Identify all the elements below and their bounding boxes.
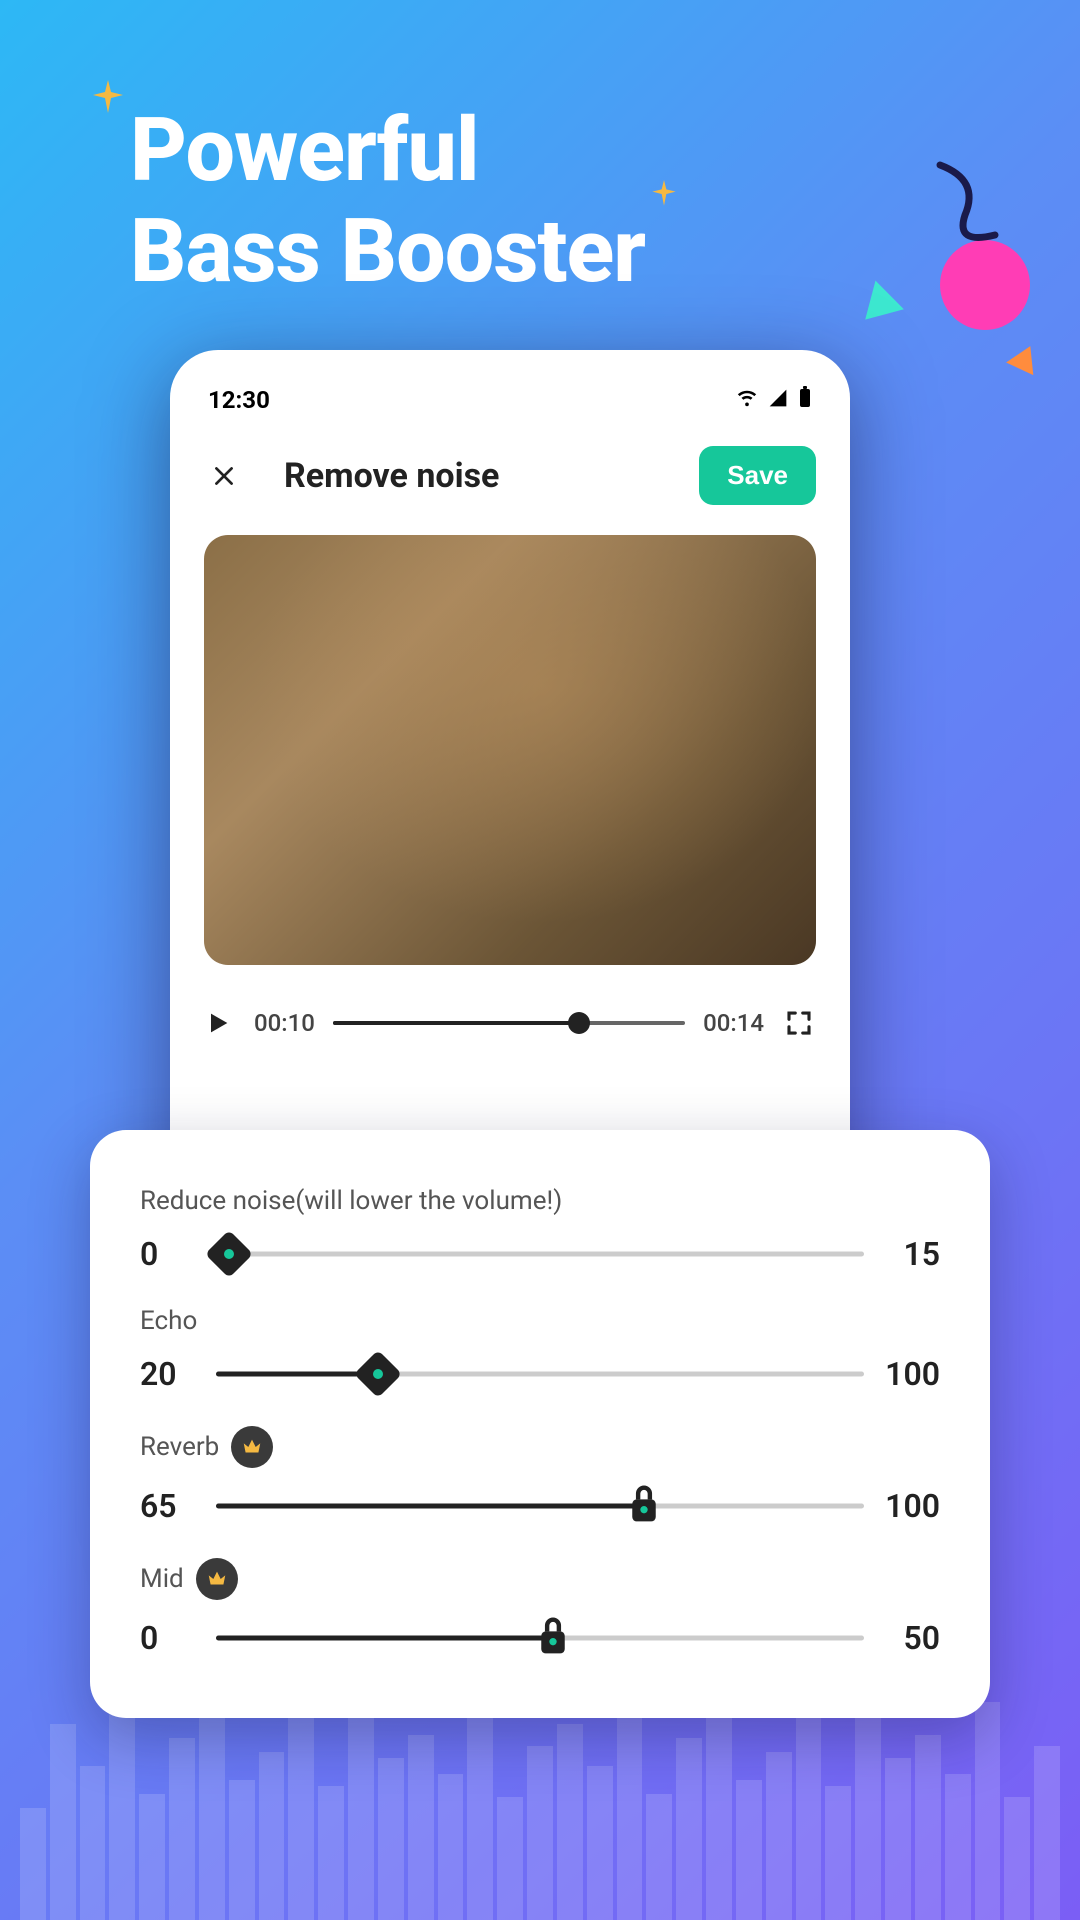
signal-icon (768, 386, 788, 414)
slider-max: 50 (884, 1619, 940, 1657)
total-time: 00:14 (703, 1009, 764, 1037)
control-reverb: Reverb 65 100 (140, 1426, 940, 1526)
player-bar: 00:10 00:14 (194, 965, 826, 1041)
premium-badge-icon (231, 1426, 273, 1468)
status-bar: 12:30 (194, 386, 826, 446)
decorative-squiggle (910, 150, 1030, 270)
sparkle-icon (90, 80, 126, 116)
seek-fill (333, 1021, 580, 1025)
play-button[interactable] (204, 1007, 236, 1039)
control-label: Echo (140, 1306, 940, 1336)
seek-thumb[interactable] (568, 1012, 590, 1034)
control-label: Reverb (140, 1426, 940, 1468)
fullscreen-button[interactable] (782, 1006, 816, 1040)
video-preview[interactable] (204, 535, 816, 965)
decorative-triangle (1006, 340, 1044, 375)
mid-slider[interactable] (216, 1618, 864, 1658)
control-echo: Echo 20 100 (140, 1306, 940, 1394)
seek-bar[interactable] (333, 1005, 685, 1041)
headline-line1: Powerful (130, 100, 645, 201)
locked-thumb-icon (535, 1614, 571, 1658)
current-time: 00:10 (254, 1009, 315, 1037)
control-reduce-noise: Reduce noise(will lower the volume!) 0 1… (140, 1186, 940, 1274)
status-time: 12:30 (208, 386, 270, 414)
control-label-text: Reverb (140, 1432, 219, 1462)
sparkle-icon (650, 180, 678, 208)
echo-slider[interactable] (216, 1354, 864, 1394)
page-title: Remove noise (284, 456, 699, 496)
controls-panel: Reduce noise(will lower the volume!) 0 1… (90, 1130, 990, 1718)
slider-thumb[interactable] (205, 1230, 253, 1278)
reduce-noise-slider[interactable] (216, 1234, 864, 1274)
wifi-icon (736, 386, 758, 414)
control-mid: Mid 0 50 (140, 1558, 940, 1658)
slider-max: 15 (884, 1235, 940, 1273)
control-label-text: Mid (140, 1564, 184, 1594)
decorative-triangle (856, 275, 904, 319)
reverb-slider[interactable] (216, 1486, 864, 1526)
slider-min: 20 (140, 1355, 196, 1393)
promo-headline: Powerful Bass Booster (130, 100, 645, 302)
slider-min: 0 (140, 1235, 196, 1273)
slider-min: 65 (140, 1487, 196, 1525)
battery-icon (798, 386, 812, 414)
locked-thumb-icon (626, 1482, 662, 1526)
slider-min: 0 (140, 1619, 196, 1657)
save-button[interactable]: Save (699, 446, 816, 505)
control-label: Mid (140, 1558, 940, 1600)
control-label: Reduce noise(will lower the volume!) (140, 1186, 940, 1216)
status-icons (736, 386, 812, 414)
slider-thumb[interactable] (354, 1350, 402, 1398)
slider-max: 100 (884, 1487, 940, 1525)
headline-line2: Bass Booster (130, 201, 645, 302)
slider-max: 100 (884, 1355, 940, 1393)
top-bar: Remove noise Save (194, 446, 826, 505)
premium-badge-icon (196, 1558, 238, 1600)
close-button[interactable] (204, 456, 244, 496)
